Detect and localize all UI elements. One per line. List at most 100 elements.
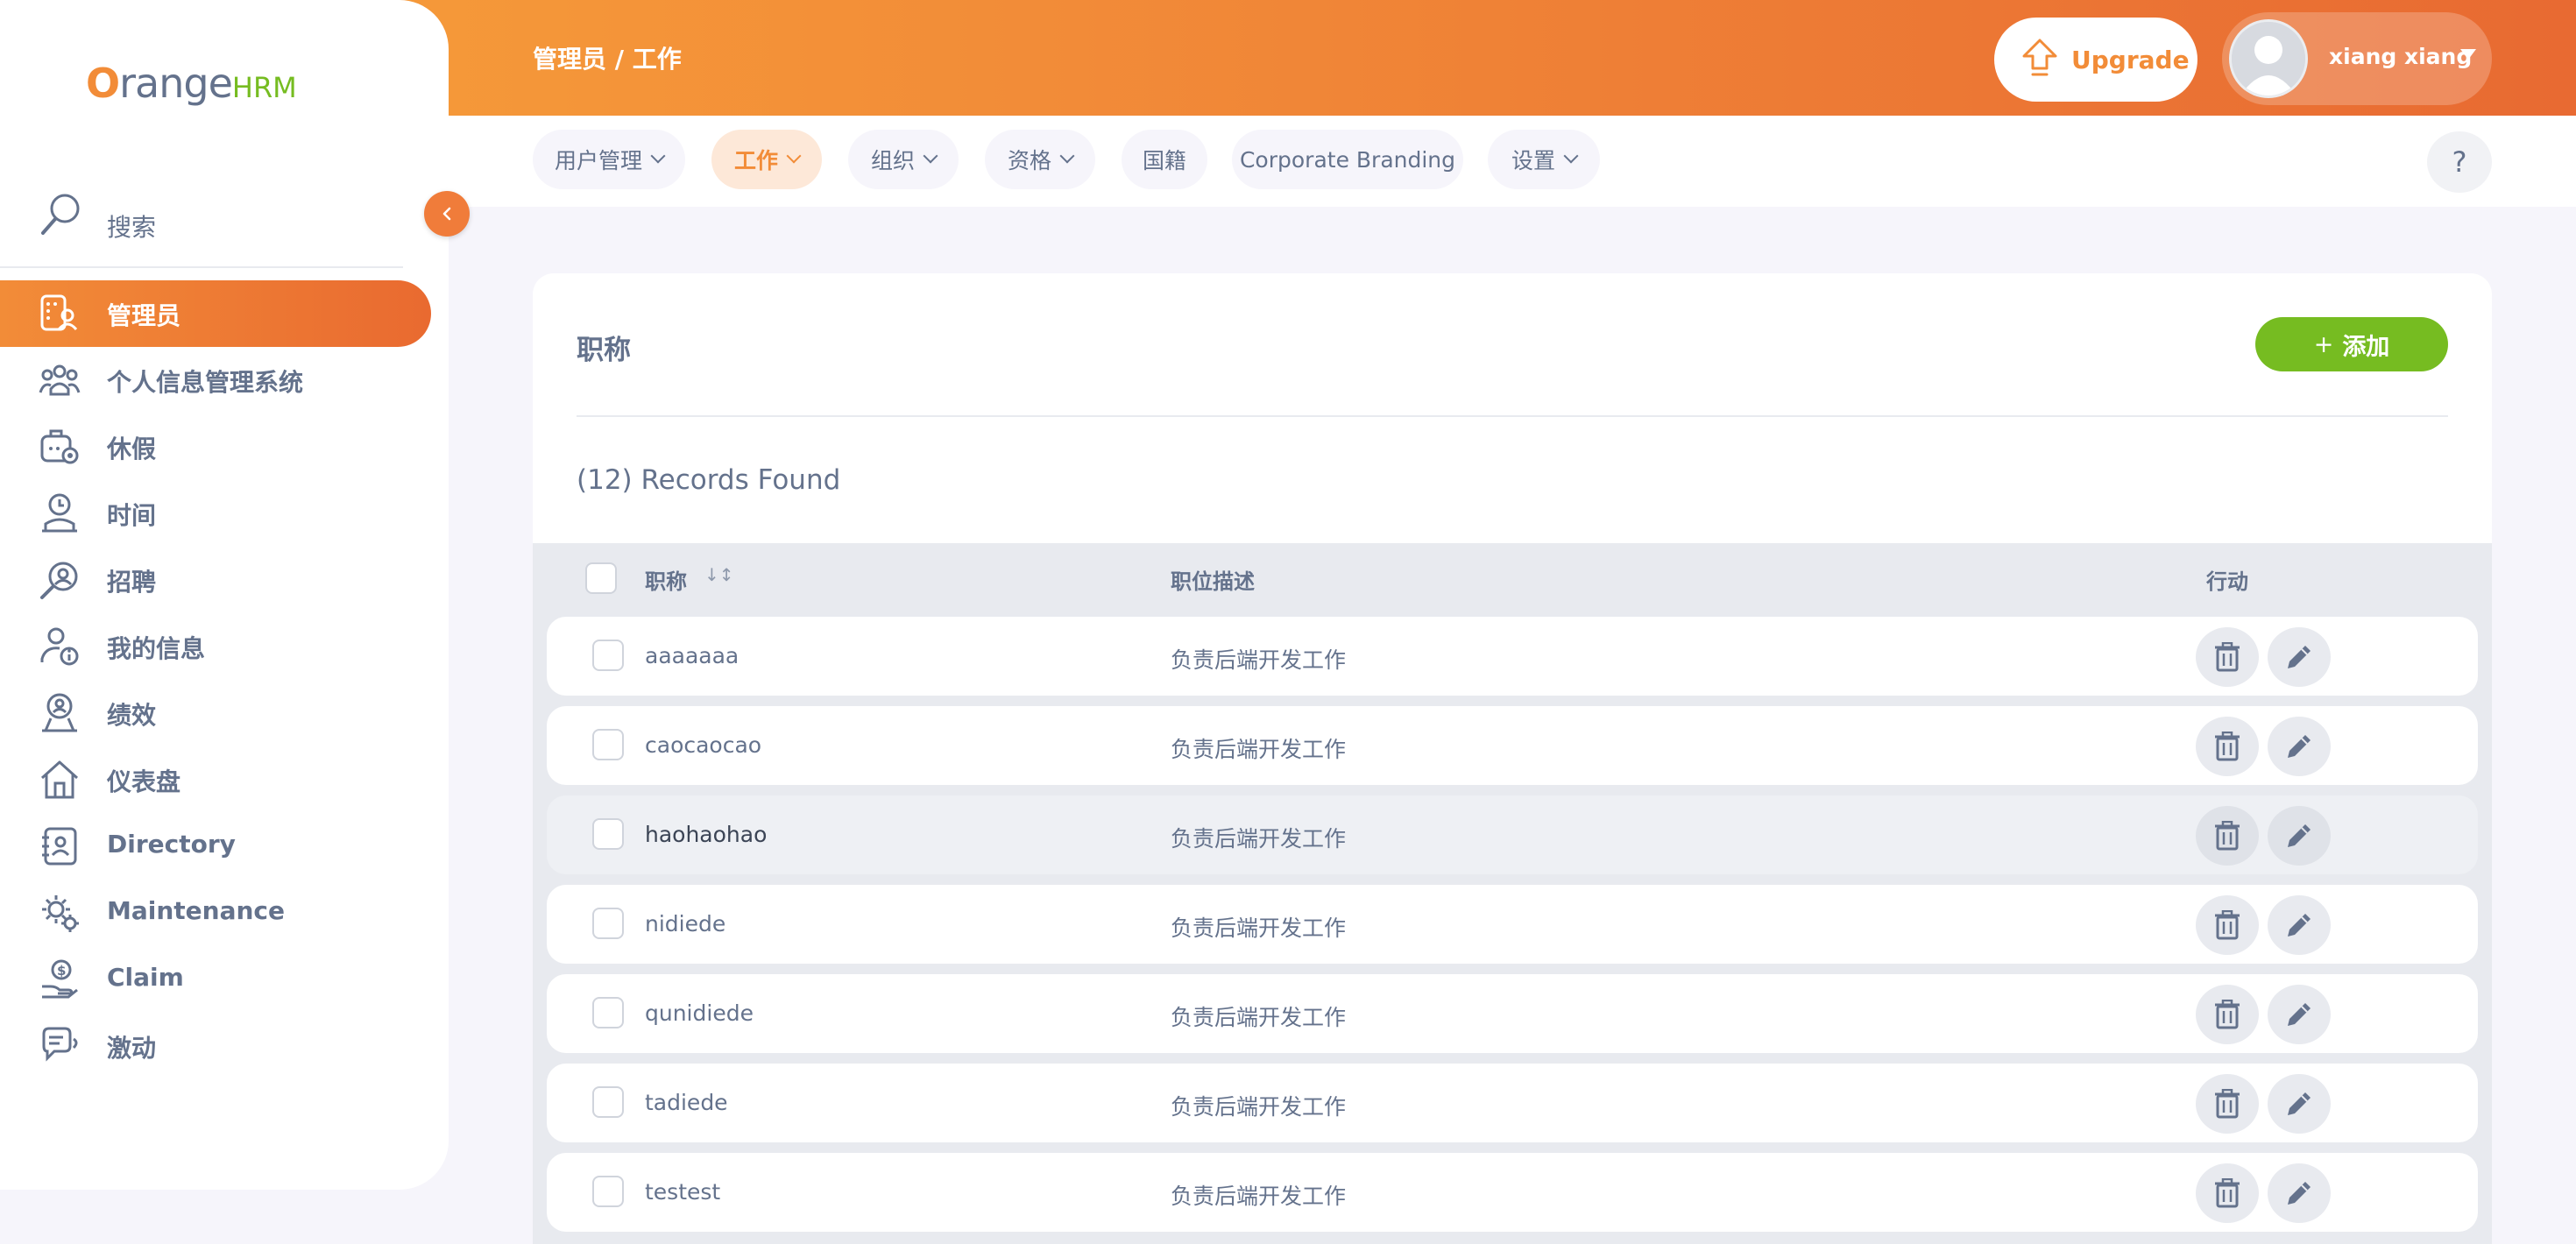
page-title: 职称	[577, 335, 631, 366]
sidebar: OrangeHRM 搜索 管理员 个人信息管理系统 休假 时间 招聘 我的信息 …	[0, 0, 449, 1190]
sidebar-item-maintenance[interactable]: Maintenance	[0, 880, 431, 946]
table-row[interactable]: testest 负责后端开发工作	[547, 1153, 2478, 1232]
delete-button[interactable]	[2196, 627, 2259, 687]
column-header-description: 职位描述	[1171, 569, 1255, 594]
sidebar-item-buzz[interactable]: 激动	[0, 1013, 431, 1079]
delete-button[interactable]	[2196, 717, 2259, 776]
sidebar-item-dashboard[interactable]: 仪表盘	[0, 746, 431, 813]
job-description-cell: 负责后端开发工作	[1171, 915, 1347, 941]
brand-logo[interactable]: OrangeHRM	[86, 54, 297, 112]
sidebar-search[interactable]: 搜索	[0, 187, 403, 268]
pencil-icon	[2288, 735, 2311, 758]
sidebar-item-performance[interactable]: 绩效	[0, 680, 431, 746]
edit-button[interactable]	[2268, 806, 2331, 866]
table-row[interactable]: tadiede 负责后端开发工作	[547, 1064, 2478, 1142]
sidebar-item-label: 我的信息	[107, 634, 206, 663]
help-button[interactable]: ?	[2427, 131, 2492, 193]
chevron-down-icon	[650, 148, 666, 164]
edit-button[interactable]	[2268, 717, 2331, 776]
leave-icon	[39, 426, 81, 468]
sidebar-item-claim[interactable]: $ Claim	[0, 946, 431, 1013]
row-checkbox[interactable]	[592, 818, 624, 850]
chevron-down-icon	[786, 148, 802, 164]
row-checkbox[interactable]	[592, 729, 624, 760]
sidebar-item-pim[interactable]: 个人信息管理系统	[0, 347, 431, 413]
tab-nationalities[interactable]: 国籍	[1122, 130, 1207, 189]
row-checkbox[interactable]	[592, 1176, 624, 1207]
sidebar-item-label: Maintenance	[107, 896, 286, 925]
sidebar-item-label: Directory	[107, 830, 236, 859]
job-title-cell: caocaocao	[645, 732, 762, 758]
help-icon: ?	[2452, 145, 2467, 179]
sidebar-item-label: 仪表盘	[107, 767, 181, 796]
pencil-icon	[2288, 914, 2311, 937]
delete-button[interactable]	[2196, 806, 2259, 866]
edit-button[interactable]	[2268, 1074, 2331, 1134]
sidebar-item-label: 个人信息管理系统	[107, 368, 304, 397]
sidebar-item-time[interactable]: 时间	[0, 480, 431, 547]
delete-button[interactable]	[2196, 895, 2259, 955]
row-checkbox[interactable]	[592, 997, 624, 1028]
edit-button[interactable]	[2268, 627, 2331, 687]
table-row[interactable]: caocaocao 负责后端开发工作	[547, 706, 2478, 785]
tab-configuration[interactable]: 设置	[1488, 130, 1600, 189]
user-dropdown[interactable]: xiang xiang	[2222, 12, 2492, 105]
sidebar-item-leave[interactable]: 休假	[0, 413, 431, 480]
sidebar-item-my-info[interactable]: 我的信息	[0, 613, 431, 680]
edit-button[interactable]	[2268, 985, 2331, 1044]
tab-job[interactable]: 工作	[711, 130, 822, 189]
sidebar-item-directory[interactable]: Directory	[0, 813, 431, 880]
upgrade-button[interactable]: Upgrade	[1994, 18, 2197, 102]
job-title-cell: nidiede	[645, 911, 726, 937]
tab-organization[interactable]: 组织	[848, 130, 959, 189]
caret-down-icon	[2460, 49, 2476, 60]
claim-icon: $	[39, 958, 81, 1000]
buzz-icon	[39, 1025, 81, 1067]
tab-label: 组织	[870, 148, 915, 173]
table-row[interactable]: nidiede 负责后端开发工作	[547, 885, 2478, 964]
table-row[interactable]: haohaohao 负责后端开发工作	[547, 795, 2478, 874]
sort-icon[interactable]: ↓↕	[704, 564, 734, 585]
sidebar-item-admin[interactable]: 管理员	[0, 280, 431, 347]
performance-icon	[39, 692, 81, 734]
tab-qualifications[interactable]: 资格	[985, 130, 1095, 189]
row-checkbox[interactable]	[592, 640, 624, 671]
tab-label: 国籍	[1142, 148, 1186, 173]
job-description-cell: 负责后端开发工作	[1171, 1184, 1347, 1209]
trash-icon	[2215, 821, 2240, 851]
trash-icon	[2215, 1000, 2240, 1029]
edit-button[interactable]	[2268, 1163, 2331, 1223]
sidebar-item-label: 激动	[107, 1034, 157, 1063]
sidebar-item-label: 招聘	[107, 568, 157, 597]
tab-label: 资格	[1007, 148, 1051, 173]
time-icon	[39, 492, 81, 534]
select-all-checkbox[interactable]	[585, 562, 617, 594]
pencil-icon	[2288, 824, 2311, 847]
column-header-actions: 行动	[2206, 569, 2248, 594]
tab-user-management[interactable]: 用户管理	[533, 130, 685, 189]
sidebar-item-recruitment[interactable]: 招聘	[0, 547, 431, 613]
delete-button[interactable]	[2196, 985, 2259, 1044]
table-row[interactable]: qunidiede 负责后端开发工作	[547, 974, 2478, 1053]
delete-button[interactable]	[2196, 1074, 2259, 1134]
table-header: 职称 ↓↕ 职位描述 行动	[533, 543, 2492, 613]
tab-corporate-branding[interactable]: Corporate Branding	[1232, 130, 1463, 189]
recruitment-icon	[39, 559, 81, 601]
sidebar-item-label: 绩效	[107, 701, 157, 730]
delete-button[interactable]	[2196, 1163, 2259, 1223]
job-description-cell: 负责后端开发工作	[1171, 1005, 1347, 1030]
breadcrumb: 管理员 / 工作	[533, 45, 682, 74]
job-title-cell: aaaaaaa	[645, 643, 740, 668]
job-title-cell: qunidiede	[645, 1000, 754, 1026]
row-checkbox[interactable]	[592, 1086, 624, 1118]
sidebar-collapse-button[interactable]	[424, 191, 470, 237]
tab-label: 工作	[733, 148, 778, 173]
table-row[interactable]: aaaaaaa 负责后端开发工作	[547, 617, 2478, 696]
svg-text:$: $	[57, 963, 66, 979]
sidebar-item-label: 管理员	[107, 301, 181, 330]
row-checkbox[interactable]	[592, 908, 624, 939]
divider	[577, 415, 2448, 417]
edit-button[interactable]	[2268, 895, 2331, 955]
add-button[interactable]: + 添加	[2255, 317, 2448, 371]
sidebar-item-label: 休假	[107, 435, 157, 463]
